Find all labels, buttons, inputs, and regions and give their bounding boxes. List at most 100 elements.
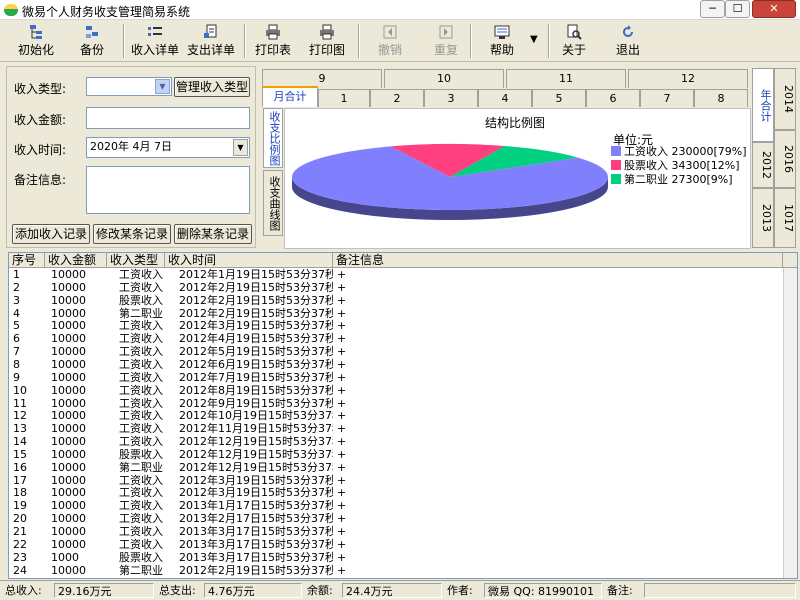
tab-month-6[interactable]: 6: [586, 89, 640, 107]
table-row[interactable]: 17 10000 工资收入 2012年3月19日15时53分37秒 +: [9, 474, 784, 487]
close-button[interactable]: ✕: [752, 0, 796, 18]
init-button[interactable]: 初始化: [10, 22, 62, 60]
total-expense-value: 4.76万元: [204, 583, 302, 598]
maximize-button[interactable]: ☐: [725, 0, 750, 18]
table-row[interactable]: 16 10000 第二职业 2012年12月19日15时53分37秒 +: [9, 461, 784, 474]
cell-amount: 1000: [51, 550, 79, 564]
tab-month-10[interactable]: 10: [384, 69, 504, 88]
tab-month-5[interactable]: 5: [532, 89, 586, 107]
tab-year-total[interactable]: 年合计: [752, 68, 774, 142]
tab-month-12[interactable]: 12: [628, 69, 748, 88]
delete-record-button[interactable]: 删除某条记录: [174, 224, 252, 244]
cell-note: +: [337, 306, 347, 320]
column-header-type[interactable]: 收入类型: [107, 253, 165, 268]
table-row[interactable]: 8 10000 工资收入 2012年6月19日15时53分37秒 +: [9, 358, 784, 371]
tab-ratio-chart[interactable]: 收支比例图: [263, 108, 283, 168]
tab-year-1017[interactable]: 1017: [774, 188, 796, 248]
income-detail-button[interactable]: 收入详单: [128, 22, 182, 60]
table-row[interactable]: 2 10000 工资收入 2012年2月19日15时53分37秒 +: [9, 281, 784, 294]
cell-type: 工资收入: [119, 357, 163, 371]
cell-index: 14: [13, 435, 27, 449]
tab-month-7[interactable]: 7: [640, 89, 694, 107]
table-row[interactable]: 1 10000 工资收入 2012年1月19日15时53分37秒 +: [9, 268, 784, 281]
table-row[interactable]: 3 10000 股票收入 2012年2月19日15时53分37秒 +: [9, 294, 784, 307]
print-chart-button[interactable]: 打印图: [304, 22, 350, 60]
redo-button[interactable]: 重复: [426, 22, 466, 60]
cell-amount: 10000: [51, 409, 86, 423]
table-row[interactable]: 10 10000 工资收入 2012年8月19日15时53分37秒 +: [9, 384, 784, 397]
window-title: 微易个人财务收支管理简易系统: [22, 5, 191, 19]
cell-type: 工资收入: [119, 435, 163, 449]
cell-note: +: [337, 357, 347, 371]
table-row[interactable]: 18 10000 工资收入 2012年3月19日15时53分37秒 +: [9, 486, 784, 499]
minimize-button[interactable]: ─: [700, 0, 725, 18]
amount-input[interactable]: [86, 107, 250, 129]
table-row[interactable]: 12 10000 工资收入 2012年10月19日15时53分37秒 +: [9, 409, 784, 422]
tab-curve-chart[interactable]: 收支曲线图: [263, 170, 283, 236]
tab-year-2014[interactable]: 2014: [774, 68, 796, 130]
column-header-index[interactable]: 序号: [9, 253, 45, 268]
add-record-button[interactable]: 添加收入记录: [12, 224, 90, 244]
print-table-label: 打印表: [254, 43, 291, 57]
cell-index: 5: [13, 319, 20, 333]
cell-amount: 10000: [51, 435, 86, 449]
income-type-select[interactable]: ▼: [86, 77, 172, 96]
table-row[interactable]: 14 10000 工资收入 2012年12月19日15时53分37秒 +: [9, 435, 784, 448]
about-button[interactable]: 关于: [556, 22, 592, 60]
tab-year-2013[interactable]: 2013: [752, 188, 774, 248]
tab-month-3[interactable]: 3: [424, 89, 478, 107]
table-row[interactable]: 7 10000 工资收入 2012年5月19日15时53分37秒 +: [9, 345, 784, 358]
note-textarea[interactable]: [86, 166, 250, 214]
tab-year-2016[interactable]: 2016: [774, 130, 796, 188]
redo-label: 重复: [433, 43, 458, 57]
tab-month-2[interactable]: 2: [370, 89, 424, 107]
tab-year-2012[interactable]: 2012: [752, 142, 774, 188]
column-header-note[interactable]: 备注信息: [333, 253, 783, 268]
date-picker[interactable]: 2020年 4月 7日 ▼: [86, 137, 250, 158]
edit-record-button[interactable]: 修改某条记录: [93, 224, 171, 244]
backup-button[interactable]: 备份: [70, 22, 114, 60]
cell-type: 工资收入: [119, 499, 163, 513]
cell-note: +: [337, 435, 347, 449]
help-button[interactable]: 帮助: [482, 22, 522, 60]
balance-label: 余额:: [307, 584, 333, 597]
tab-month-11[interactable]: 11: [506, 69, 626, 88]
legend-item: 第二职业 27300[9%]: [611, 173, 747, 187]
table-row[interactable]: 11 10000 工资收入 2012年9月19日15时53分37秒 +: [9, 397, 784, 410]
table-row[interactable]: 24 10000 第二职业 2012年2月19日15时53分37秒 +: [9, 564, 784, 577]
tab-month-1[interactable]: 1: [318, 89, 370, 107]
cell-type: 工资收入: [119, 396, 163, 410]
table-row[interactable]: 5 10000 工资收入 2012年3月19日15时53分37秒 +: [9, 319, 784, 332]
cell-note: +: [337, 396, 347, 410]
income-table[interactable]: 序号 收入金额 收入类型 收入时间 备注信息 1 10000 工资收入 2012年1月…: [8, 252, 798, 579]
chevron-down-icon[interactable]: ▼: [155, 79, 170, 94]
table-row[interactable]: 13 10000 工资收入 2012年11月19日15时53分37秒 +: [9, 422, 784, 435]
tab-month-8[interactable]: 8: [694, 89, 748, 107]
table-row[interactable]: 9 10000 工资收入 2012年7月19日15时53分37秒 +: [9, 371, 784, 384]
manage-income-type-button[interactable]: 管理收入类型: [174, 77, 250, 97]
tab-month-total[interactable]: 月合计: [262, 86, 318, 107]
calendar-dropdown-icon[interactable]: ▼: [233, 139, 248, 156]
vertical-scrollbar[interactable]: [783, 268, 797, 578]
cell-index: 6: [13, 332, 20, 346]
cell-amount: 10000: [51, 563, 86, 577]
table-row[interactable]: 22 10000 工资收入 2013年3月17日15时53分37秒 +: [9, 538, 784, 551]
print-table-button[interactable]: 打印表: [250, 22, 296, 60]
tab-month-4[interactable]: 4: [478, 89, 532, 107]
help-dropdown-arrow[interactable]: ▼: [530, 34, 538, 45]
undo-button[interactable]: 撤销: [370, 22, 410, 60]
table-row[interactable]: 19 10000 工资收入 2013年1月17日15时53分37秒 +: [9, 499, 784, 512]
column-header-time[interactable]: 收入时间: [165, 253, 333, 268]
table-row[interactable]: 23 1000 股票收入 2013年3月17日15时53分37秒 +: [9, 551, 784, 564]
table-row[interactable]: 15 10000 股票收入 2012年12月19日15时53分37秒 +: [9, 448, 784, 461]
table-row[interactable]: 4 10000 第二职业 2012年2月19日15时53分37秒 +: [9, 307, 784, 320]
column-header-amount[interactable]: 收入金额: [45, 253, 107, 268]
expense-detail-button[interactable]: 支出详单: [184, 22, 238, 60]
table-row[interactable]: 20 10000 工资收入 2013年2月17日15时53分37秒 +: [9, 512, 784, 525]
cell-time: 2012年1月19日15时53分37秒: [179, 268, 333, 281]
print-chart-label: 打印图: [308, 43, 345, 57]
table-row[interactable]: 6 10000 工资收入 2012年4月19日15时53分37秒 +: [9, 332, 784, 345]
table-row[interactable]: 21 10000 工资收入 2013年3月17日15时53分37秒 +: [9, 525, 784, 538]
total-expense-label: 总支出:: [159, 584, 196, 597]
exit-button[interactable]: 退出: [610, 22, 646, 60]
